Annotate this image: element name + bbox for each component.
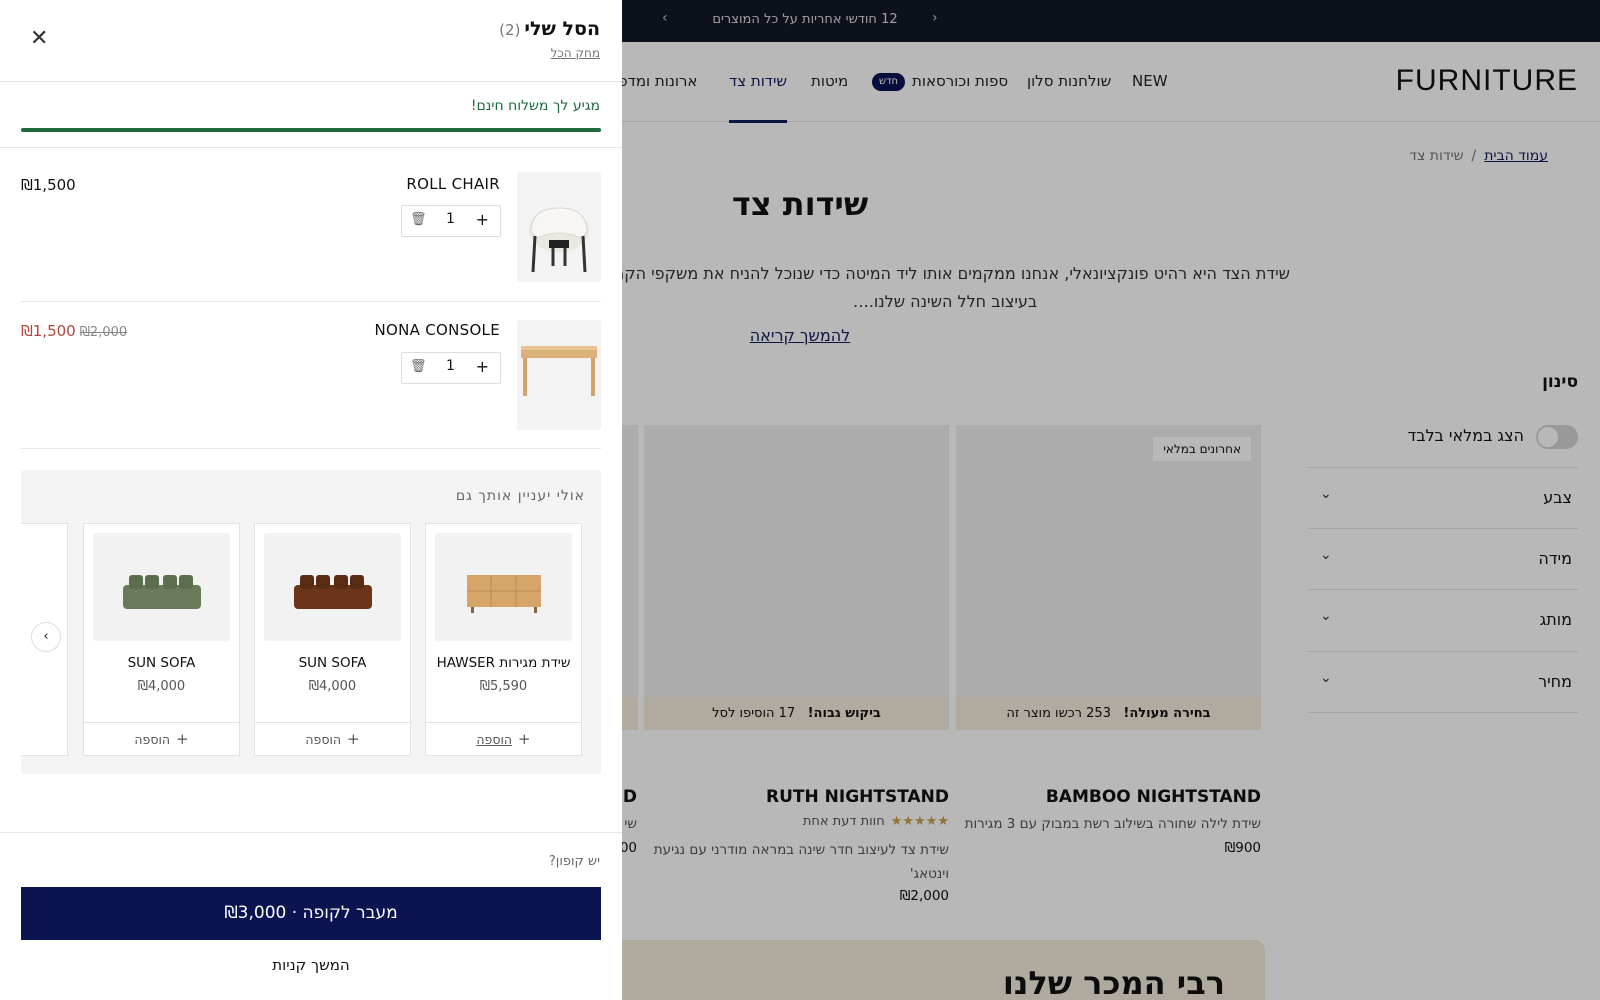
checkout-button[interactable]: מעבר לקופה · ₪3,000 [21, 887, 601, 940]
cart-item-thumbnail[interactable] [517, 320, 601, 430]
price-current: ₪1,500 [21, 322, 76, 340]
upsell-heading: אולי יעניין אותך גם [455, 488, 585, 504]
upsell-product-name[interactable]: שידת מגירות HAWSER [426, 655, 581, 671]
upsell-product-name[interactable]: SUN SOFA [84, 655, 239, 671]
trash-icon[interactable]: 🗑 [410, 359, 427, 374]
upsell-product-price: ₪4,000 [308, 679, 357, 694]
upsell-product-image [93, 533, 230, 641]
price-original: ₪2,000 [79, 325, 128, 340]
cart-header: הסל שלי(2) מחק הכל ✕ [0, 0, 622, 82]
cart-count: (2) [499, 21, 521, 39]
cart-title: הסל שלי(2) [499, 18, 600, 40]
continue-shopping-link[interactable]: המשך קניות [21, 956, 601, 974]
chevron-left-icon: ‹ [43, 629, 49, 644]
plus-icon: + [347, 730, 360, 748]
cart-drawer: הסל שלי(2) מחק הכל ✕ מגיע לך משלוח חינם!… [0, 0, 622, 1000]
cart-item-thumbnail[interactable] [517, 172, 601, 282]
clear-cart-link[interactable]: מחק הכל [551, 46, 600, 60]
upsell-section: אולי יעניין אותך גם שידת מגירות HAWSER ₪… [21, 470, 601, 774]
upsell-product-image [264, 533, 401, 641]
plus-icon[interactable]: + [476, 210, 489, 229]
sofa-green-image [123, 575, 201, 609]
upsell-add-button[interactable]: + הוספה [426, 722, 581, 755]
quantity-value[interactable]: 1 [446, 211, 455, 227]
upsell-add-button[interactable]: + הוספה [255, 722, 410, 755]
plus-icon: + [518, 730, 531, 748]
dresser-image [467, 575, 541, 613]
cart-item-name[interactable]: NONA CONSOLE [374, 321, 500, 339]
cart-item-price: ₪1,500 ₪2,000 [21, 322, 127, 340]
quantity-stepper: 🗑 1 + [401, 205, 501, 237]
plus-icon: + [176, 730, 189, 748]
upsell-product-name[interactable]: SUN SOFA [255, 655, 410, 671]
add-label: הוספה [476, 732, 513, 747]
quantity-value[interactable]: 1 [446, 358, 455, 374]
divider [21, 301, 601, 302]
upsell-product-price: ₪4,000 [137, 679, 186, 694]
quantity-stepper: 🗑 1 + [401, 352, 501, 384]
upsell-add-button[interactable]: + הוספה [84, 722, 239, 755]
free-shipping-message: מגיע לך משלוח חינם! [470, 98, 600, 114]
add-label: הוספה [134, 732, 171, 747]
upsell-product-image [435, 533, 572, 641]
divider [0, 147, 622, 148]
upsell-card[interactable]: SUN SOFA ₪4,000 + הוספה [254, 523, 411, 756]
carousel-prev-button[interactable]: ‹ [31, 622, 61, 652]
trash-icon[interactable]: 🗑 [410, 212, 427, 227]
chair-image [529, 207, 589, 273]
add-label: הוספה [305, 732, 342, 747]
cart-item-price: ₪1,500 [21, 176, 76, 194]
divider [0, 832, 622, 833]
upsell-product-price: ₪5,590 [479, 679, 528, 694]
upsell-card[interactable]: SUN SOFA ₪4,000 + הוספה [83, 523, 240, 756]
sofa-brown-image [294, 575, 372, 609]
divider [21, 448, 601, 449]
close-icon[interactable]: ✕ [30, 28, 48, 50]
plus-icon[interactable]: + [476, 357, 489, 376]
cart-item-name[interactable]: ROLL CHAIR [406, 175, 500, 193]
console-image [521, 346, 597, 396]
upsell-card[interactable]: שידת מגירות HAWSER ₪5,590 + הוספה [425, 523, 582, 756]
coupon-link[interactable]: יש קופון? [549, 854, 600, 869]
cart-title-text: הסל שלי [524, 18, 600, 40]
free-shipping-progress-bar [21, 128, 601, 132]
price-current: ₪1,500 [21, 176, 76, 194]
